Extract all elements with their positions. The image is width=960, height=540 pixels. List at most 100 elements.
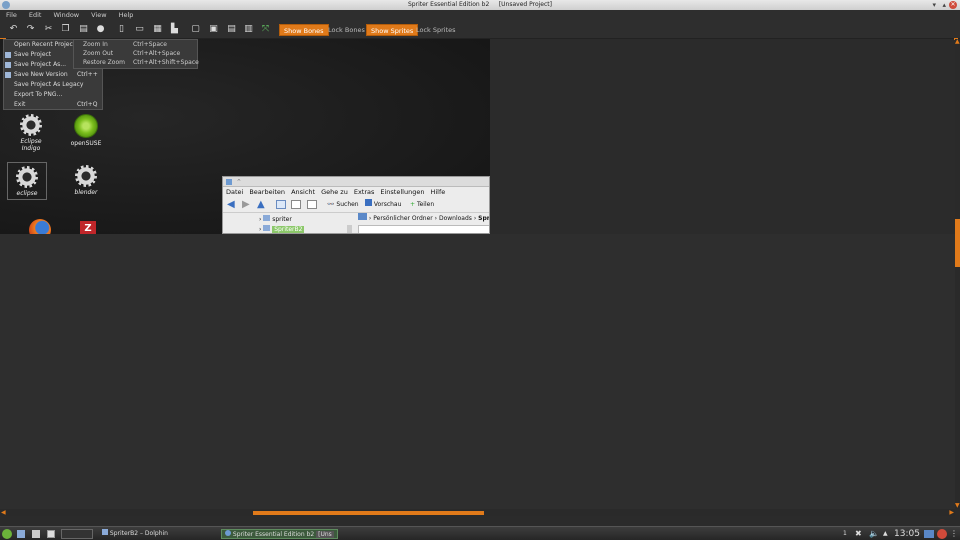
dolphin-toolbar: ◀ ▶ ▲ 👓 Suchen Vorschau + Teilen: [223, 197, 489, 213]
new-file-icon[interactable]: ▯: [116, 24, 127, 35]
scroll-left-icon[interactable]: ◀: [1, 509, 6, 516]
up-icon[interactable]: ▲: [257, 200, 265, 210]
tree-scrollbar[interactable]: [347, 225, 352, 233]
vertical-scrollbar[interactable]: ▲ ▼: [955, 39, 960, 509]
menu-item-zoom-out[interactable]: Zoom Out Ctrl+Alt+Space: [74, 49, 197, 58]
launcher-icon[interactable]: [17, 530, 25, 538]
dolphin-menu-hilfe[interactable]: Hilfe: [427, 187, 448, 197]
save-as-icon: [5, 62, 11, 68]
dolphin-menu-gehe-zu[interactable]: Gehe zu: [318, 187, 351, 197]
dolphin-window[interactable]: ⌃ Datei Bearbeiten Ansicht Gehe zu Extras Ein…: [222, 176, 490, 234]
redo-icon[interactable]: ↷: [25, 24, 36, 35]
dolphin-menu-datei[interactable]: Datei: [223, 187, 246, 197]
cut-icon[interactable]: ✂: [43, 24, 54, 35]
open-folder-icon[interactable]: ▭: [134, 24, 145, 35]
preview-button[interactable]: Vorschau: [365, 199, 401, 210]
icon-view-icon[interactable]: [276, 200, 286, 209]
frame4-icon[interactable]: ▥: [243, 24, 254, 35]
menu-item-save-new-version[interactable]: Save New Version Ctrl++: [4, 70, 102, 80]
tray-expand-icon[interactable]: ▲: [883, 528, 888, 540]
gear-icon: [75, 165, 97, 187]
breadcrumb-home[interactable]: Persönlicher Ordner: [373, 215, 433, 222]
menu-file[interactable]: File: [0, 10, 23, 21]
layers-icon[interactable]: ▙: [169, 24, 180, 35]
menu-edit[interactable]: Edit: [23, 10, 48, 21]
minimize-icon[interactable]: ▾: [932, 0, 936, 10]
file-view[interactable]: [358, 225, 489, 233]
menu-view[interactable]: View: [85, 10, 112, 21]
desktop-number[interactable]: 1: [843, 528, 847, 540]
app-icon[interactable]: [2, 1, 10, 9]
volume-icon[interactable]: 🔈: [869, 528, 879, 540]
dolphin-menu-einstellungen[interactable]: Einstellungen: [377, 187, 427, 197]
search-button[interactable]: 👓 Suchen: [327, 199, 359, 210]
breadcrumb: › Persönlicher Ordner › Downloads › Spr: [358, 213, 489, 223]
launcher3-icon[interactable]: [47, 530, 55, 538]
menu-item-exit[interactable]: Exit Ctrl+Q: [4, 100, 102, 110]
desktop-icon-opensuse[interactable]: openSUSE: [66, 114, 106, 147]
toolbar: ↶ ↷ ✂ ❐ ▤ ● ▯ ▭ ▦ ▙ ▢ ▣ ▤ ▥ ⤧ Show Bones…: [0, 21, 960, 40]
desktop-icon-eclipse[interactable]: eclipse: [7, 162, 47, 200]
scroll-right-icon[interactable]: ▶: [949, 509, 954, 516]
scroll-down-icon[interactable]: ▼: [955, 503, 960, 509]
breadcrumb-downloads[interactable]: Downloads: [439, 215, 472, 222]
menu-item-restore-zoom[interactable]: Restore Zoom Ctrl+Alt+Shift+Space: [74, 58, 199, 67]
fit-icon[interactable]: ⤧: [260, 24, 271, 35]
show-sprites-button[interactable]: Show Sprites: [366, 24, 419, 36]
folder-icon: [263, 225, 271, 231]
close-icon[interactable]: ✕: [949, 1, 957, 9]
details-view-icon[interactable]: [291, 200, 301, 209]
horizontal-scroll-thumb[interactable]: [253, 511, 484, 515]
panel-settings-icon[interactable]: ⋮: [950, 528, 958, 540]
menu-item-zoom-in[interactable]: Zoom In Ctrl+Space: [74, 40, 197, 49]
dolphin-menu-ansicht[interactable]: Ansicht: [288, 187, 318, 197]
desktop-pager[interactable]: [61, 529, 93, 539]
frame-icon[interactable]: ▢: [190, 24, 201, 35]
undo-icon[interactable]: ↶: [8, 24, 19, 35]
menu-item-save-legacy[interactable]: Save Project As Legacy: [4, 80, 102, 90]
task-dolphin[interactable]: SpriterB2 – Dolphin: [99, 529, 171, 539]
breadcrumb-current[interactable]: Spr: [478, 215, 489, 222]
clock[interactable]: 13:05: [894, 528, 920, 540]
horizontal-scrollbar[interactable]: ◀ ▶: [0, 509, 955, 516]
network-icon[interactable]: ✖: [855, 528, 862, 540]
task-spriter[interactable]: Spriter Essential Edition b2 [Uns: [221, 529, 338, 539]
column-view-icon[interactable]: [307, 200, 317, 209]
desktop-icon-eclipse-indigo[interactable]: Eclipse Indigo: [11, 114, 51, 152]
record-icon[interactable]: ●: [95, 24, 106, 35]
copy-icon[interactable]: ❐: [60, 24, 71, 35]
frame2-icon[interactable]: ▣: [208, 24, 219, 35]
power-icon[interactable]: [937, 529, 947, 539]
dolphin-menu-extras[interactable]: Extras: [351, 187, 378, 197]
scroll-up-icon[interactable]: ▲: [955, 39, 960, 45]
firefox-icon[interactable]: [29, 219, 51, 234]
maximize-icon[interactable]: ▴: [942, 0, 946, 10]
dolphin-menu-bearbeiten[interactable]: Bearbeiten: [246, 187, 288, 197]
vertical-scroll-thumb[interactable]: [955, 219, 960, 267]
tree-item-spriter[interactable]: › spriter: [259, 215, 292, 224]
dolphin-app-icon: [226, 179, 232, 185]
grid-icon[interactable]: ▦: [152, 24, 163, 35]
desktop-icon-blender[interactable]: blender: [66, 165, 106, 196]
folder-icon: [358, 213, 367, 220]
workspace-area: [0, 234, 955, 509]
tree-item-spriterb2[interactable]: › SpriterB2: [259, 225, 329, 233]
gear-icon: [16, 166, 38, 188]
show-bones-button[interactable]: Show Bones: [279, 24, 329, 36]
lock-bones-button[interactable]: Lock Bones: [324, 24, 369, 36]
start-menu-icon[interactable]: [2, 529, 12, 539]
notification-icon[interactable]: [924, 530, 934, 538]
dolphin-menu-icon[interactable]: ⌃: [236, 178, 242, 186]
forward-icon[interactable]: ▶: [242, 200, 250, 210]
menu-help[interactable]: Help: [113, 10, 140, 21]
launcher2-icon[interactable]: [32, 530, 40, 538]
menu-window[interactable]: Window: [47, 10, 85, 21]
paste-icon[interactable]: ▤: [78, 24, 89, 35]
back-icon[interactable]: ◀: [227, 200, 235, 210]
filezilla-icon[interactable]: Z: [80, 221, 96, 234]
share-button[interactable]: + Teilen: [410, 199, 434, 210]
frame3-icon[interactable]: ▤: [226, 24, 237, 35]
lock-sprites-button[interactable]: Lock Sprites: [412, 24, 460, 36]
menu-item-export-png[interactable]: Export To PNG...: [4, 90, 102, 100]
project-name: [Unsaved Project]: [498, 1, 552, 8]
